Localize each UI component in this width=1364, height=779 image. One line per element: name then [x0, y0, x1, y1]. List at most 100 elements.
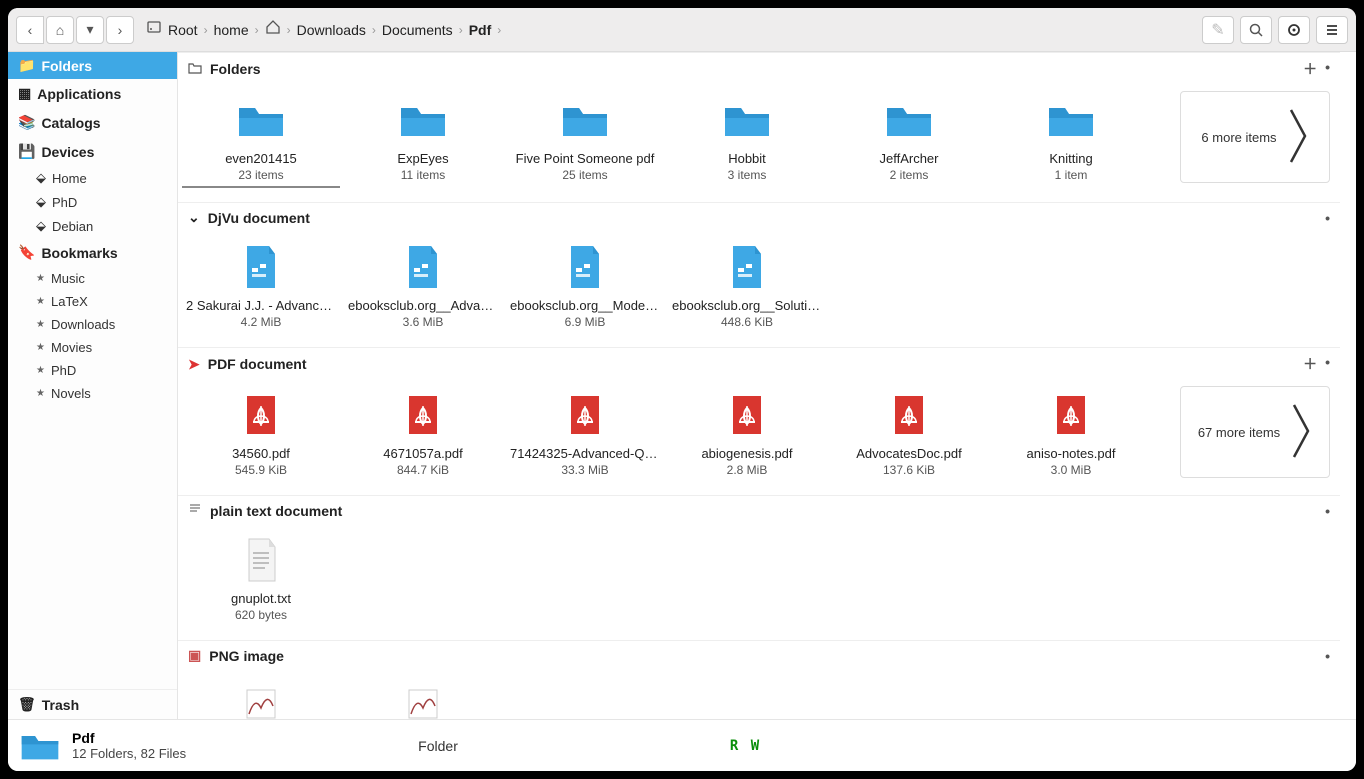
more-items-label: 67 more items — [1198, 425, 1280, 440]
file-item[interactable]: ebooksclub.org__Modern_...6.9 MiB — [506, 238, 664, 333]
item-name: aniso-notes.pdf — [996, 446, 1146, 461]
file-item[interactable]: even20141523 items — [182, 91, 340, 188]
item-name: Five Point Someone pdf — [510, 151, 660, 166]
sidebar-bookmark-movies[interactable]: ★Movies — [8, 336, 177, 359]
group-header-pdf[interactable]: ➤ PDF document ＋ • — [178, 348, 1340, 380]
file-item[interactable]: aniso-notes.pdf 3.0 MiB — [992, 386, 1150, 481]
more-icon[interactable]: • — [1325, 210, 1330, 226]
add-item-icon[interactable]: ＋ — [1303, 354, 1317, 374]
file-item[interactable]: ebooksclub.org__Solution... 448.6 KiB — [668, 238, 826, 333]
drive-icon: ⬙ — [36, 194, 46, 210]
file-item[interactable]: Hobbit3 items — [668, 91, 826, 188]
item-subtext: 33.3 MiB — [510, 463, 660, 477]
chevron-right-icon: › — [255, 23, 259, 37]
more-icon[interactable]: • — [1325, 648, 1330, 664]
group-header-text[interactable]: plain text document • — [178, 496, 1340, 525]
trash-icon: 🗑 — [18, 696, 36, 713]
sidebar-item-label: PhD — [51, 363, 76, 378]
file-item[interactable]: AdvocatesDoc.pdf137.6 KiB — [830, 386, 988, 481]
status-permissions: R W — [730, 738, 761, 754]
item-icon — [348, 242, 498, 292]
sidebar-item-label: Home — [52, 171, 87, 186]
more-icon[interactable]: • — [1325, 503, 1330, 519]
sidebar-item-label: Music — [51, 271, 85, 286]
breadcrumb-root[interactable]: Root — [168, 22, 198, 38]
sidebar-device-debian[interactable]: ⬙Debian — [8, 214, 177, 238]
chevron-down-icon: ⌄ — [188, 209, 200, 226]
sidebar-trash[interactable]: 🗑 Trash — [8, 689, 177, 719]
item-name: 71424325-Advanced-Quant... — [510, 446, 660, 461]
item-name: ebooksclub.org__Solution... — [672, 298, 822, 313]
item-icon — [996, 390, 1146, 440]
edit-button[interactable]: ✎ — [1202, 16, 1234, 44]
sidebar-bookmarks-header: 🔖 Bookmarks — [8, 238, 177, 267]
toolbar: ‹ ⌂ ▾ › Root › home › › Downloads › Docu… — [8, 8, 1356, 52]
star-icon: ★ — [36, 388, 45, 399]
item-name: abiogenesis.pdf — [672, 446, 822, 461]
add-item-icon[interactable]: ＋ — [1303, 59, 1317, 79]
file-item[interactable]: fet-sbezier.png5.2 KiB — [344, 676, 502, 719]
more-icon[interactable]: • — [1325, 59, 1330, 79]
sidebar-bookmark-music[interactable]: ★Music — [8, 267, 177, 290]
file-item[interactable]: gnuplot.txt 620 bytes — [182, 531, 340, 626]
file-item[interactable]: ebooksclub.org__Advance...3.6 MiB — [344, 238, 502, 333]
settings-button[interactable] — [1278, 16, 1310, 44]
star-icon: ★ — [36, 319, 45, 330]
star-icon: ★ — [36, 365, 45, 376]
sidebar-catalogs[interactable]: 📚 Catalogs — [8, 108, 177, 137]
file-item[interactable]: Five Point Someone pdf25 items — [506, 91, 664, 188]
group-header-djvu[interactable]: ⌄ DjVu document • — [178, 203, 1340, 232]
item-icon — [834, 390, 984, 440]
sidebar-bookmark-phd[interactable]: ★ PhD — [8, 359, 177, 382]
sidebar-applications[interactable]: ▦ Applications — [8, 79, 177, 108]
sidebar-item-label: Novels — [51, 386, 91, 401]
breadcrumb-home[interactable]: home — [214, 22, 249, 38]
item-name: gnuplot.txt — [186, 591, 336, 606]
item-icon — [672, 95, 822, 145]
file-item[interactable]: Knitting1 item — [992, 91, 1150, 188]
home-button[interactable]: ⌂ — [46, 16, 74, 44]
item-icon — [672, 242, 822, 292]
item-subtext: 3 items — [672, 168, 822, 182]
group-title: PDF document — [208, 356, 307, 372]
dropdown-nav-button[interactable]: ▾ — [76, 16, 104, 44]
sidebar-devices-label: Devices — [41, 144, 94, 160]
more-items-button[interactable]: 67 more items — [1180, 386, 1330, 478]
item-name: 4671057a.pdf — [348, 446, 498, 461]
item-subtext: 545.9 KiB — [186, 463, 336, 477]
item-subtext: 620 bytes — [186, 608, 336, 622]
sidebar-item-label: Downloads — [51, 317, 115, 332]
file-item[interactable]: 34560.pdf545.9 KiB — [182, 386, 340, 481]
item-subtext: 4.2 MiB — [186, 315, 336, 329]
file-item[interactable]: ExpEyes11 items — [344, 91, 502, 188]
sidebar-bookmark-novels[interactable]: ★ Novels — [8, 382, 177, 405]
breadcrumb-documents[interactable]: Documents — [382, 22, 453, 38]
group-title: plain text document — [210, 503, 342, 519]
breadcrumb-downloads[interactable]: Downloads — [297, 22, 366, 38]
menu-button[interactable] — [1316, 16, 1348, 44]
file-item[interactable]: JeffArcher2 items — [830, 91, 988, 188]
back-button[interactable]: ‹ — [16, 16, 44, 44]
search-button[interactable] — [1240, 16, 1272, 44]
file-item[interactable]: 71424325-Advanced-Quant... 33.3 MiB — [506, 386, 664, 481]
sidebar-bookmark-downloads[interactable]: ★ Downloads — [8, 313, 177, 336]
sidebar-device-home[interactable]: ⬙Home — [8, 166, 177, 190]
item-subtext: 3.0 MiB — [996, 463, 1146, 477]
more-icon[interactable]: • — [1325, 354, 1330, 374]
item-subtext: 448.6 KiB — [672, 315, 822, 329]
file-item[interactable]: 4671057a.pdf844.7 KiB — [344, 386, 502, 481]
file-item[interactable]: fet-csplines.png5.2 KiB — [182, 676, 340, 719]
file-item[interactable]: abiogenesis.pdf2.8 MiB — [668, 386, 826, 481]
more-items-button[interactable]: 6 more items — [1180, 91, 1330, 183]
forward-button[interactable]: › — [106, 16, 134, 44]
item-name: ExpEyes — [348, 151, 498, 166]
sidebar-device-phd[interactable]: ⬙PhD — [8, 190, 177, 214]
group-header-folders[interactable]: Folders ＋ • — [178, 53, 1340, 85]
group-header-png[interactable]: ▣ PNG image • — [178, 641, 1340, 670]
drive-icon: ⬙ — [36, 218, 46, 234]
sidebar-folders-header[interactable]: 📁 Folders — [8, 52, 177, 79]
home-folder-icon[interactable] — [265, 19, 281, 40]
file-item[interactable]: 2 Sakurai J.J. - Advanced ...4.2 MiB — [182, 238, 340, 333]
breadcrumb-current[interactable]: Pdf — [469, 22, 492, 38]
sidebar-bookmark-latex[interactable]: ★LaTeX — [8, 290, 177, 313]
